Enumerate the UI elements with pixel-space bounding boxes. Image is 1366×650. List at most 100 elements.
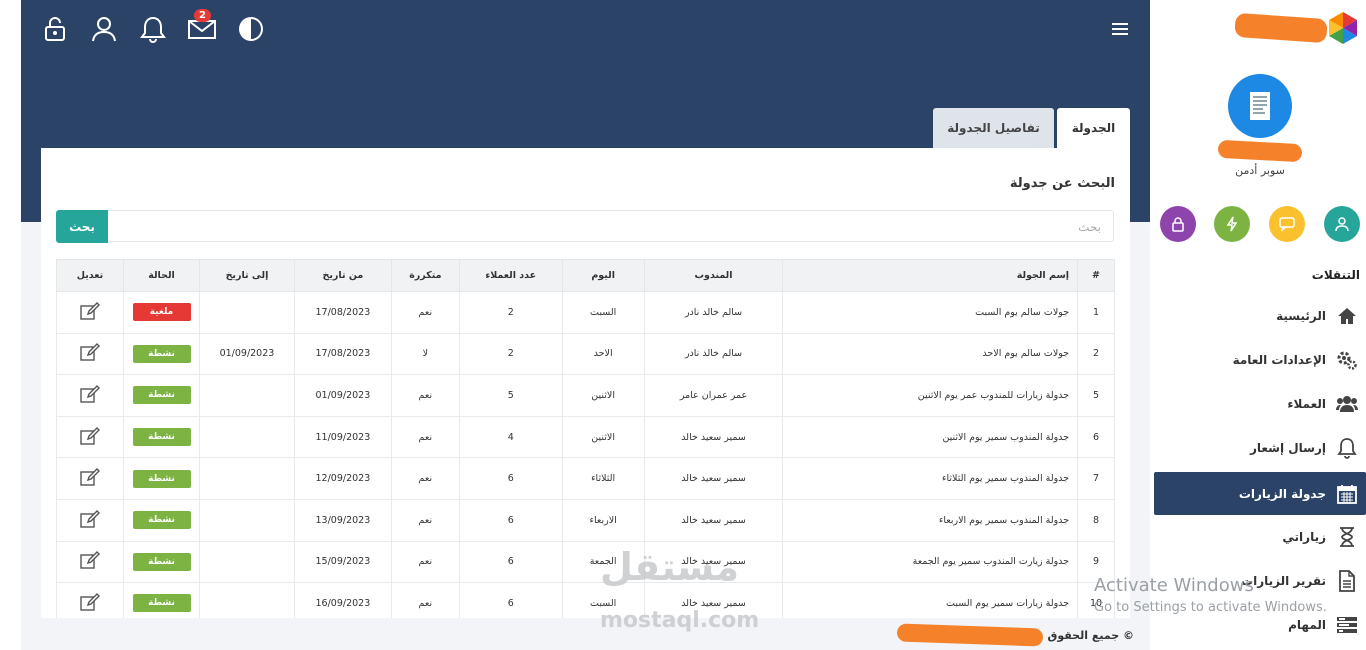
sidebar: سوبر أدمن التنقلات الرئيسية الإعدادات ال… <box>1150 60 1366 650</box>
table-row: 9 جدولة زيارت المندوب سمير يوم الجمعة سمير… <box>55 540 1115 584</box>
file-icon <box>1336 570 1358 592</box>
cell-edit <box>55 374 125 417</box>
cell-status: نشطة <box>123 374 200 417</box>
edit-icon[interactable] <box>80 468 100 489</box>
schedule-table: # إسم الجولة المندوب اليوم عدد العملاء م… <box>55 259 1115 625</box>
table-body: 1 جولات سالم يوم السبت سالم خالد نادر السبت… <box>55 291 1115 625</box>
sidebar-item-label: المهام <box>1288 618 1326 632</box>
status-badge: ملغية <box>132 303 191 322</box>
edit-icon[interactable] <box>80 301 100 323</box>
left-edge <box>0 0 21 650</box>
cell-recurring: نعم <box>390 415 460 459</box>
status-badge: نشطة <box>132 386 191 405</box>
cell-day: الاحد <box>561 332 645 376</box>
cell-to <box>198 457 295 500</box>
lightning-shortcut-icon[interactable] <box>1214 206 1250 242</box>
edit-icon[interactable] <box>80 592 100 614</box>
brand-logo-icon <box>1325 10 1361 46</box>
cell-day: السبت <box>561 291 645 334</box>
cell-rep: سالم خالد نادر <box>643 332 784 376</box>
mail-badge: 2 <box>194 9 211 22</box>
cell-rep: سمير سعيد خالد <box>643 415 784 459</box>
cell-clients: 4 <box>458 415 563 459</box>
table-row: 8 جدولة المندوب سمير يوم الاربعاء سمير سعي… <box>55 498 1115 542</box>
header-clients: عدد العملاء <box>458 259 563 292</box>
lock-shortcut-icon[interactable] <box>1160 206 1196 242</box>
cell-day: الاثنين <box>561 374 645 417</box>
cell-num: 5 <box>1077 374 1115 417</box>
cell-to <box>198 415 295 459</box>
cell-rep: سالم خالد نادر <box>643 291 784 334</box>
menu-toggle-icon[interactable] <box>1105 12 1135 46</box>
header-recurring: متكررة <box>390 259 460 292</box>
edit-icon[interactable] <box>80 384 100 406</box>
header-status: الحالة <box>123 259 200 292</box>
edit-icon[interactable] <box>80 343 100 364</box>
cell-name: جدولة زيارات للمندوب عمر يوم الاثنين <box>782 374 1079 417</box>
cell-day: الاربعاء <box>561 498 645 542</box>
edit-icon[interactable] <box>80 426 100 448</box>
search-button[interactable]: بحث <box>56 210 108 243</box>
activate-windows-title: Activate Windows <box>1094 575 1254 596</box>
edit-icon[interactable] <box>80 509 100 531</box>
cell-num: 2 <box>1077 332 1115 376</box>
bell-icon[interactable] <box>138 12 168 46</box>
activate-windows-subtitle: Go to Settings to activate Windows. <box>1094 600 1327 615</box>
profile-shortcut-icon[interactable] <box>1324 206 1360 242</box>
home-icon <box>1336 305 1358 327</box>
sidebar-item-home[interactable]: الرئيسية <box>1154 296 1366 336</box>
cell-clients: 6 <box>458 498 563 542</box>
redaction-mark <box>896 623 1044 647</box>
cell-to: 01/09/2023 <box>198 332 295 376</box>
mail-icon[interactable]: 2 <box>187 9 217 46</box>
cell-day: الاثنين <box>561 415 645 459</box>
tasks-icon <box>1336 614 1358 636</box>
copyright-text: جميع الحقوق © <box>1047 629 1134 642</box>
cell-edit <box>55 332 125 376</box>
tab-schedule[interactable]: الجدولة <box>1057 108 1130 148</box>
cell-status: نشطة <box>123 332 200 376</box>
contrast-toggle-icon[interactable] <box>236 12 266 46</box>
cell-name: جدولة المندوب سمير يوم الاربعاء <box>782 498 1079 542</box>
cell-rep: سمير سعيد خالد <box>643 457 784 500</box>
cell-status: ملغية <box>123 291 200 334</box>
schedule-card: البحث عن جدولة بحث بحث # إسم الجولة المن… <box>41 148 1130 625</box>
cell-to <box>198 498 295 542</box>
lock-icon[interactable] <box>40 12 70 46</box>
cell-recurring: لا <box>390 332 460 376</box>
chat-shortcut-icon[interactable] <box>1269 206 1305 242</box>
sidebar-item-settings[interactable]: الإعدادات العامة <box>1154 340 1366 380</box>
edit-icon[interactable] <box>80 551 100 572</box>
sidebar-item-visit-schedule[interactable]: جدولة الزيارات <box>1154 472 1366 515</box>
sidebar-item-my-visits[interactable]: زياراتي <box>1154 517 1366 557</box>
sidebar-item-clients[interactable]: العملاء <box>1154 384 1366 424</box>
header-num: # <box>1077 259 1115 292</box>
table-header-row: # إسم الجولة المندوب اليوم عدد العملاء م… <box>55 259 1115 292</box>
gears-icon <box>1336 349 1358 371</box>
redaction-mark <box>1217 139 1303 163</box>
cell-clients: 6 <box>458 457 563 500</box>
cell-edit <box>55 457 125 500</box>
app-root: 2 سوبر أدمن التنقلات الرئيسية الإعدادات … <box>0 0 1366 650</box>
search-input[interactable]: بحث <box>108 210 1114 242</box>
user-role: سوبر أدمن <box>1235 164 1285 177</box>
status-badge: نشطة <box>132 594 191 613</box>
avatar[interactable] <box>1228 74 1292 138</box>
table-row: 5 جدولة زيارات للمندوب عمر يوم الاثنين عمر… <box>55 374 1115 417</box>
tab-schedule-details[interactable]: تفاصيل الجدولة <box>933 108 1054 148</box>
cell-num: 1 <box>1077 291 1115 334</box>
cell-recurring: نعم <box>390 374 460 417</box>
status-badge: نشطة <box>132 552 191 571</box>
cell-to <box>198 291 295 334</box>
user-icon[interactable] <box>89 12 119 46</box>
sidebar-item-send-notification[interactable]: إرسال إشعار <box>1154 428 1366 468</box>
cell-name: جدولة المندوب سمير يوم الاثنين <box>782 415 1079 459</box>
cell-from: 01/09/2023 <box>293 374 392 417</box>
cell-rep: سمير سعيد خالد <box>643 498 784 542</box>
cell-edit <box>55 540 125 584</box>
table-row: 2 جولات سالم يوم الاحد سالم خالد نادر الاحد… <box>55 332 1115 376</box>
cell-from: 17/08/2023 <box>293 332 392 376</box>
cell-num: 7 <box>1077 457 1115 500</box>
cell-clients: 2 <box>458 332 563 376</box>
table-row: 6 جدولة المندوب سمير يوم الاثنين سمير سعيد… <box>55 415 1115 459</box>
